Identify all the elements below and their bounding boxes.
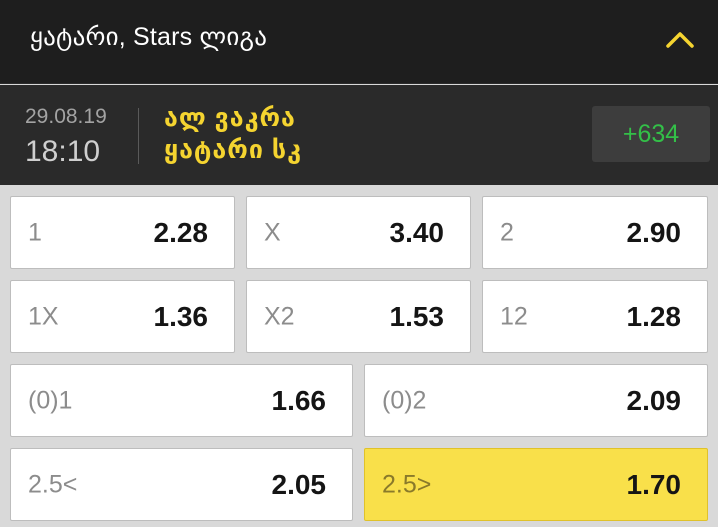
odd-value: 1.53 — [389, 300, 445, 332]
odd-cell-over[interactable]: 2.5> 1.70 — [364, 448, 708, 521]
odd-label: 1 — [28, 218, 42, 246]
more-markets-button[interactable]: +634 — [592, 106, 710, 162]
odd-value: 2.28 — [153, 216, 209, 248]
odd-cell-1[interactable]: 1 2.28 — [10, 196, 235, 269]
odd-label: X2 — [264, 302, 295, 330]
odd-label: 2.5> — [382, 470, 432, 498]
odd-cell-2[interactable]: 2 2.90 — [482, 196, 708, 269]
odd-cell-x[interactable]: X 3.40 — [246, 196, 471, 269]
odd-value: 2.05 — [271, 468, 327, 500]
league-header[interactable]: ყატარი, Stars ლიგა — [0, 0, 718, 84]
team-home: ალ ვაკრა — [164, 104, 296, 132]
odd-value: 2.90 — [626, 216, 682, 248]
odd-label: (0)1 — [28, 386, 73, 414]
odd-label: X — [264, 218, 281, 246]
odd-value: 1.70 — [626, 468, 682, 500]
odd-cell-x2[interactable]: X2 1.53 — [246, 280, 471, 353]
odd-cell-handicap-2[interactable]: (0)2 2.09 — [364, 364, 708, 437]
odd-label: 2.5< — [28, 470, 78, 498]
team-away: ყატარი სკ — [164, 136, 302, 164]
odd-value: 1.66 — [271, 384, 327, 416]
odd-cell-12[interactable]: 12 1.28 — [482, 280, 708, 353]
odd-label: (0)2 — [382, 386, 427, 414]
odd-value: 1.28 — [626, 300, 682, 332]
odd-value: 3.40 — [389, 216, 445, 248]
odd-cell-handicap-1[interactable]: (0)1 1.66 — [10, 364, 353, 437]
odd-label: 1X — [28, 302, 59, 330]
odd-value: 2.09 — [626, 384, 682, 416]
match-date: 29.08.19 — [25, 105, 107, 128]
odd-cell-1x[interactable]: 1X 1.36 — [10, 280, 235, 353]
divider — [138, 108, 139, 164]
odd-label: 12 — [500, 302, 528, 330]
chevron-up-icon[interactable] — [660, 20, 700, 60]
odd-cell-under[interactable]: 2.5< 2.05 — [10, 448, 353, 521]
league-title: ყატარი, Stars ლიგა — [30, 23, 268, 51]
odd-label: 2 — [500, 218, 514, 246]
odd-value: 1.36 — [153, 300, 209, 332]
match-time: 18:10 — [25, 135, 101, 168]
match-row[interactable]: 29.08.19 18:10 ალ ვაკრა ყატარი სკ +634 — [0, 85, 718, 185]
